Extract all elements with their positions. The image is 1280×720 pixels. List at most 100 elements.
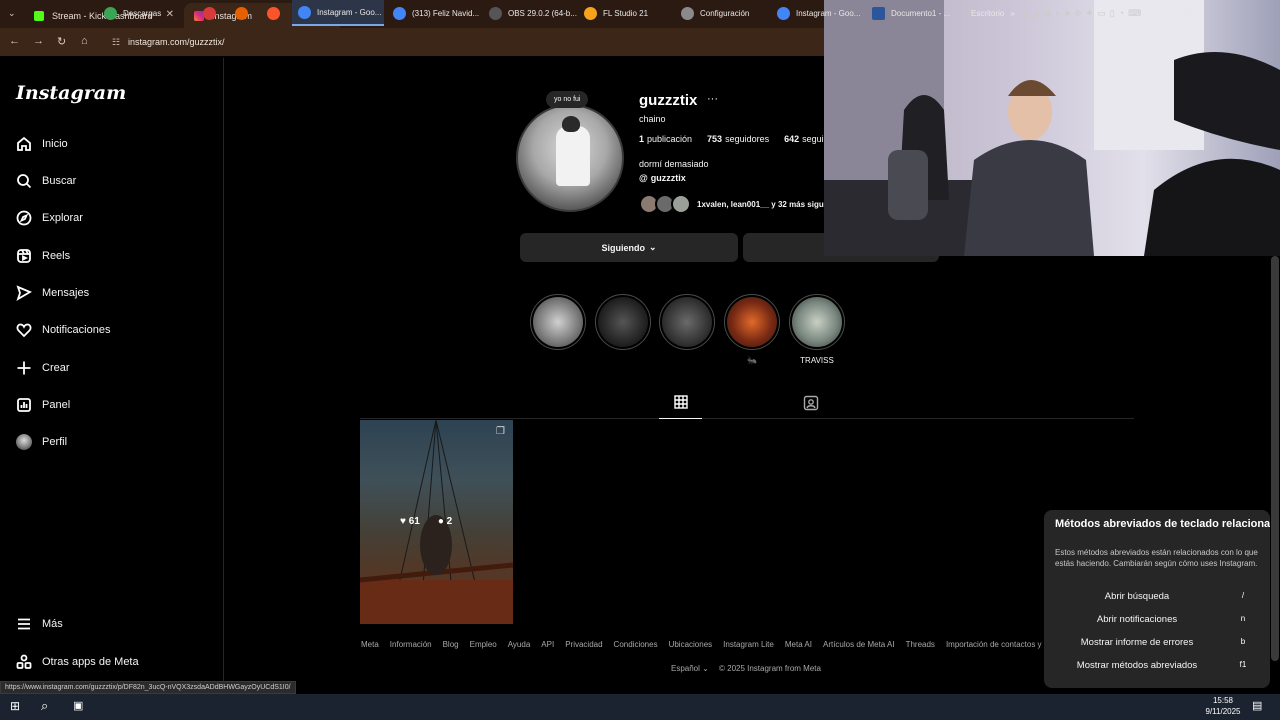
shortcut-row[interactable]: Abrir notificaciones n bbox=[1044, 614, 1270, 632]
sidebar-item-explorar[interactable]: Explorar bbox=[16, 206, 83, 230]
sidebar-item-mas[interactable]: Más bbox=[16, 612, 63, 636]
start-icon[interactable]: ⊞ bbox=[10, 699, 20, 713]
shortcut-key: n bbox=[1240, 614, 1246, 623]
back-icon[interactable]: ← bbox=[9, 35, 20, 47]
shortcut-row[interactable]: Mostrar informe de errores b bbox=[1044, 637, 1270, 655]
footer-link[interactable]: Blog bbox=[443, 640, 459, 649]
page-scrollbar[interactable] bbox=[1271, 256, 1279, 661]
taskbar-app-obs[interactable]: OBS 29.0.2 (64-b... bbox=[489, 0, 577, 26]
footer-link[interactable]: Instagram Lite bbox=[723, 640, 774, 649]
carousel-icon: ❐ bbox=[496, 426, 505, 437]
footer-link[interactable]: Privacidad bbox=[565, 640, 602, 649]
home-icon[interactable]: ⌂ bbox=[81, 35, 88, 47]
shortcuts-description: Estos métodos abreviados están relaciona… bbox=[1055, 548, 1258, 568]
sidebar-item-buscar[interactable]: Buscar bbox=[16, 169, 76, 193]
shortcut-row[interactable]: Mostrar métodos abreviados f1 bbox=[1044, 660, 1270, 678]
sidebar-item-label: Buscar bbox=[42, 175, 77, 187]
footer-link[interactable]: Condiciones bbox=[614, 640, 658, 649]
story-highlight[interactable] bbox=[530, 294, 586, 350]
word-icon bbox=[872, 6, 885, 20]
follower-avatar bbox=[671, 194, 691, 214]
taskbar-app-configuracion[interactable]: Configuración bbox=[681, 0, 749, 26]
likes-stat: ♥ 61 bbox=[400, 516, 420, 527]
site-info-icon[interactable]: ☷ bbox=[112, 33, 120, 51]
instagram-logo[interactable]: Instagram bbox=[16, 82, 126, 104]
taskbar-app-instagram[interactable]: Instagram - Goo... bbox=[292, 0, 384, 26]
sidebar-item-label: Panel bbox=[42, 399, 71, 411]
notification-center-icon[interactable]: ▤ bbox=[1252, 699, 1262, 712]
taskbar-app-word[interactable]: Documento1 - ... bbox=[872, 0, 950, 26]
footer-link[interactable]: Ayuda bbox=[508, 640, 531, 649]
taskbar-app-brave[interactable] bbox=[267, 0, 286, 26]
footer-link[interactable]: API bbox=[541, 640, 554, 649]
footer-link[interactable]: Meta bbox=[361, 640, 379, 649]
close-tab-icon[interactable]: ✕ bbox=[166, 9, 174, 20]
footer-link[interactable]: Empleo bbox=[470, 640, 497, 649]
messenger-icon bbox=[16, 285, 32, 301]
heart-icon: ♥ bbox=[400, 516, 409, 527]
post-thumbnail[interactable]: ❐ ♥ 61 ● 2 bbox=[360, 420, 513, 624]
desktop-toolbar[interactable]: Escritorio» bbox=[971, 0, 1015, 26]
address-bar[interactable]: ☷ instagram.com/guzzztix/ bbox=[106, 33, 806, 51]
sidebar-item-notificaciones[interactable]: Notificaciones bbox=[16, 318, 110, 342]
tab-tagged[interactable] bbox=[803, 395, 821, 413]
footer-link[interactable]: Meta AI bbox=[785, 640, 812, 649]
taskbar-app-youtube[interactable]: (313) Feliz Navid... bbox=[393, 0, 479, 26]
footer-link[interactable]: Artículos de Meta AI bbox=[823, 640, 895, 649]
task-view-icon[interactable]: ▣ bbox=[73, 699, 83, 712]
following-button[interactable]: Siguiendo ⌄ bbox=[520, 233, 738, 262]
sidebar-item-label: Notificaciones bbox=[42, 324, 111, 336]
keyboard-shortcuts-panel: Métodos abreviados de teclado relacionad… bbox=[1044, 510, 1270, 688]
profile-bio: dormí demasiado bbox=[639, 159, 709, 169]
story-highlight[interactable] bbox=[595, 294, 651, 350]
sidebar-item-panel[interactable]: Panel bbox=[16, 393, 70, 417]
footer-copyright: © 2025 Instagram from Meta bbox=[719, 664, 821, 673]
footer-link[interactable]: Ubicaciones bbox=[669, 640, 713, 649]
taskbar-clock[interactable]: 15:58 9/11/2025 bbox=[1200, 695, 1246, 717]
footer-link[interactable]: Importación de contactos y no usuarios bbox=[946, 640, 1043, 649]
taskbar-app-instagram-2[interactable]: Instagram - Goo... bbox=[777, 0, 860, 26]
sidebar-item-inicio[interactable]: Inicio bbox=[16, 132, 68, 156]
flstudio-icon bbox=[584, 6, 597, 20]
taskbar-app-red[interactable] bbox=[203, 0, 222, 26]
grid-icon bbox=[673, 395, 688, 409]
highlight-label: TRAVISS bbox=[800, 356, 834, 365]
comment-icon: ● bbox=[437, 516, 447, 527]
tab-search-icon[interactable]: ⌄ bbox=[8, 8, 16, 19]
story-highlight[interactable] bbox=[659, 294, 715, 350]
sidebar-item-perfil[interactable]: Perfil bbox=[16, 430, 67, 454]
tab-posts[interactable] bbox=[659, 395, 702, 419]
sidebar-item-mensajes[interactable]: Mensajes bbox=[16, 281, 89, 305]
options-icon[interactable]: ··· bbox=[707, 93, 718, 105]
threads-link[interactable]: @ guzzztix bbox=[639, 173, 686, 183]
profile-note[interactable]: yo no fui bbox=[546, 91, 589, 108]
taskbar-app-flstudio[interactable]: FL Studio 21 bbox=[584, 0, 648, 26]
menu-icon bbox=[16, 616, 32, 632]
taskbar-app-descargas[interactable]: Descargas bbox=[104, 0, 161, 26]
shortcut-row[interactable]: Abrir búsqueda / bbox=[1044, 591, 1270, 609]
taskbar-app-firefox[interactable] bbox=[235, 0, 254, 26]
footer-link[interactable]: Threads bbox=[906, 640, 935, 649]
chart-icon bbox=[16, 397, 32, 413]
threads-icon: @ bbox=[639, 173, 648, 183]
reload-icon[interactable]: ↻ bbox=[57, 35, 66, 48]
followed-by[interactable]: 1xvalen, lean001__ y 32 más siguen bbox=[639, 193, 833, 215]
footer-link[interactable]: Información bbox=[390, 640, 432, 649]
link-status-bubble: https://www.instagram.com/guzzztix/p/DF8… bbox=[0, 681, 296, 694]
sidebar-item-reels[interactable]: Reels bbox=[16, 244, 70, 268]
story-highlight[interactable] bbox=[789, 294, 845, 350]
comments-stat: ● 2 bbox=[437, 516, 453, 527]
forward-icon[interactable]: → bbox=[33, 35, 44, 47]
profile-full-name: chaino bbox=[639, 114, 666, 124]
followers-stat[interactable]: 753 seguidores bbox=[707, 134, 769, 144]
sidebar-item-meta-apps[interactable]: Otras apps de Meta bbox=[16, 650, 139, 674]
language-selector[interactable]: Español ⌄ bbox=[671, 664, 709, 673]
sidebar-item-crear[interactable]: Crear bbox=[16, 356, 70, 380]
search-icon[interactable]: ⌕ bbox=[41, 698, 48, 714]
language-indicator[interactable]: ESP bbox=[1182, 0, 1198, 26]
gear-icon bbox=[681, 6, 694, 20]
story-highlight[interactable] bbox=[724, 294, 780, 350]
profile-avatar[interactable] bbox=[516, 104, 624, 212]
download-icon bbox=[104, 6, 117, 20]
system-tray-icons[interactable]: ◎◢▦◐●⊕✦▭▯◔⌨ bbox=[1020, 0, 1145, 26]
